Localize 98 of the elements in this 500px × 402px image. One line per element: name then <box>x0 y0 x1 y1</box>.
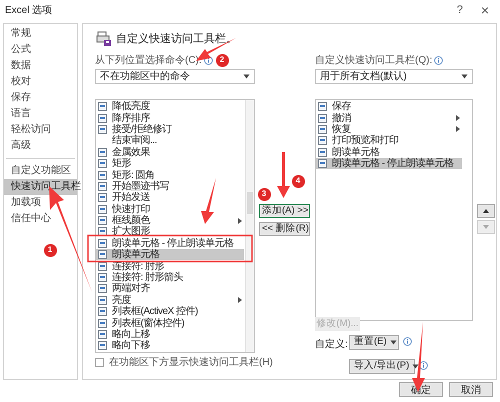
command-item[interactable]: 朗读单元格 - 停止朗读单元格 <box>96 238 244 250</box>
command-icon <box>98 158 108 169</box>
command-icon <box>98 147 108 158</box>
command-icon <box>98 272 108 283</box>
command-icon <box>98 113 108 124</box>
scrollbar[interactable] <box>245 100 254 352</box>
up-arrow-icon <box>483 209 489 213</box>
caret-icon <box>243 74 250 79</box>
command-item[interactable]: 朗读单元格 <box>96 249 244 260</box>
sidebar-item[interactable]: 保存 <box>4 90 77 106</box>
command-icon <box>98 170 108 180</box>
reset-button[interactable]: 重置(E) <box>349 335 399 350</box>
command-icon <box>98 250 108 260</box>
caret-icon <box>461 74 468 79</box>
add-button[interactable]: 添加(A) >> <box>259 204 310 218</box>
command-item[interactable]: 打印预览和打印 <box>316 135 462 147</box>
info-icon <box>419 361 428 370</box>
sidebar-item[interactable]: 公式 <box>4 42 77 58</box>
window-title: Excel 选项 <box>5 4 52 18</box>
cancel-button[interactable]: 取消 <box>449 382 493 397</box>
command-item[interactable]: 矩形: 圆角 <box>96 169 244 181</box>
command-item[interactable]: 快速打印 <box>96 204 244 215</box>
dropdown[interactable]: 用于所有文档(默认) <box>315 69 473 84</box>
command-icon <box>318 102 328 112</box>
caret-icon <box>412 364 420 369</box>
step-number-badge: 1 <box>44 244 56 256</box>
sidebar-item[interactable]: 校对 <box>4 74 77 90</box>
command-icon <box>98 216 108 226</box>
step-number-badge: 3 <box>258 188 270 200</box>
remove-button[interactable]: << 删除(R) <box>259 222 310 236</box>
customize-label: 自定义: <box>315 338 348 352</box>
sidebar-item[interactable]: 信任中心 <box>4 211 77 227</box>
step-number-badge: 4 <box>292 174 304 188</box>
command-icon <box>98 102 108 112</box>
section-title: 自定义快速访问工具栏。 <box>116 32 237 47</box>
command-item[interactable]: 金属效果 <box>96 146 244 158</box>
command-item[interactable]: 朗读单元格 <box>316 146 462 158</box>
info-icon <box>403 337 412 346</box>
command-item[interactable]: 朗读单元格 - 停止朗读单元格 <box>316 158 462 170</box>
field-label: 从下列位置选择命令(C): <box>95 54 202 68</box>
move-up-button[interactable] <box>477 204 495 218</box>
dropdown[interactable]: 不在功能区中的命令 <box>95 69 255 84</box>
toolbar-icon <box>96 31 112 47</box>
command-item[interactable]: 框线颜色 <box>96 214 244 226</box>
sidebar-item[interactable]: 加载项 <box>4 195 77 211</box>
command-item[interactable]: 两端对齐 <box>96 283 244 295</box>
sidebar-item[interactable]: 高级 <box>4 138 77 154</box>
help-button[interactable]: ? <box>456 2 463 18</box>
field-label: 自定义快速访问工具栏(Q): <box>315 54 432 68</box>
command-icon <box>318 147 328 158</box>
command-item[interactable]: 列表框(ActiveX 控件) <box>96 306 244 318</box>
command-icon <box>98 295 108 306</box>
command-icon <box>98 284 108 294</box>
command-item[interactable]: 恢复 <box>316 124 462 136</box>
command-item[interactable]: 接受/拒绝修订 <box>96 124 244 136</box>
command-icon <box>318 136 328 146</box>
command-icon <box>318 124 328 134</box>
command-item[interactable]: 矩形 <box>96 158 244 170</box>
command-item[interactable]: 连接符: 肘形箭头 <box>96 272 244 284</box>
sidebar-item[interactable]: 自定义功能区 <box>4 163 77 179</box>
command-icon <box>318 158 328 169</box>
command-item[interactable]: 降低亮度 <box>96 101 244 112</box>
command-icon <box>98 318 108 328</box>
command-item[interactable]: 开始发送 <box>96 192 244 204</box>
command-item[interactable]: 保存 <box>316 101 462 112</box>
command-icon <box>98 238 108 248</box>
command-icon <box>98 261 108 272</box>
checkbox-label: 在功能区下方显示快速访问工具栏(H) <box>109 356 273 370</box>
annotation-arrow <box>201 178 216 224</box>
command-icon <box>98 226 108 237</box>
close-button[interactable]: × <box>480 3 489 17</box>
annotation-arrow <box>277 152 290 198</box>
command-item[interactable]: 结束审阅... <box>96 135 244 147</box>
command-item[interactable]: 扩大图形 <box>96 226 244 238</box>
command-item[interactable]: 降序排序 <box>96 112 244 124</box>
down-arrow-icon <box>483 225 489 229</box>
sidebar-item[interactable]: 轻松访问 <box>4 122 77 138</box>
checkbox[interactable] <box>95 358 104 367</box>
command-icon <box>98 192 108 203</box>
command-icon <box>98 181 108 192</box>
command-icon <box>98 340 108 351</box>
info-icon <box>434 56 444 64</box>
command-item[interactable]: 略向上移 <box>96 328 244 340</box>
command-item[interactable]: 亮度 <box>96 294 244 306</box>
step-number-badge: 2 <box>216 54 228 66</box>
sidebar-item[interactable]: 数据 <box>4 58 77 74</box>
command-icon <box>98 306 108 317</box>
caret-icon <box>390 340 397 345</box>
command-icon <box>318 113 328 124</box>
command-item[interactable]: 列表框(窗体控件) <box>96 317 244 329</box>
command-item[interactable]: 开始墨迹书写 <box>96 180 244 192</box>
sidebar-item[interactable]: 常规 <box>4 26 77 42</box>
sidebar-item[interactable]: 语言 <box>4 106 77 122</box>
command-icon <box>98 330 108 340</box>
command-item[interactable]: 略向下移 <box>96 340 244 352</box>
command-icon <box>98 204 108 214</box>
command-item[interactable]: 撤消 <box>316 112 462 124</box>
command-icon <box>98 124 108 134</box>
